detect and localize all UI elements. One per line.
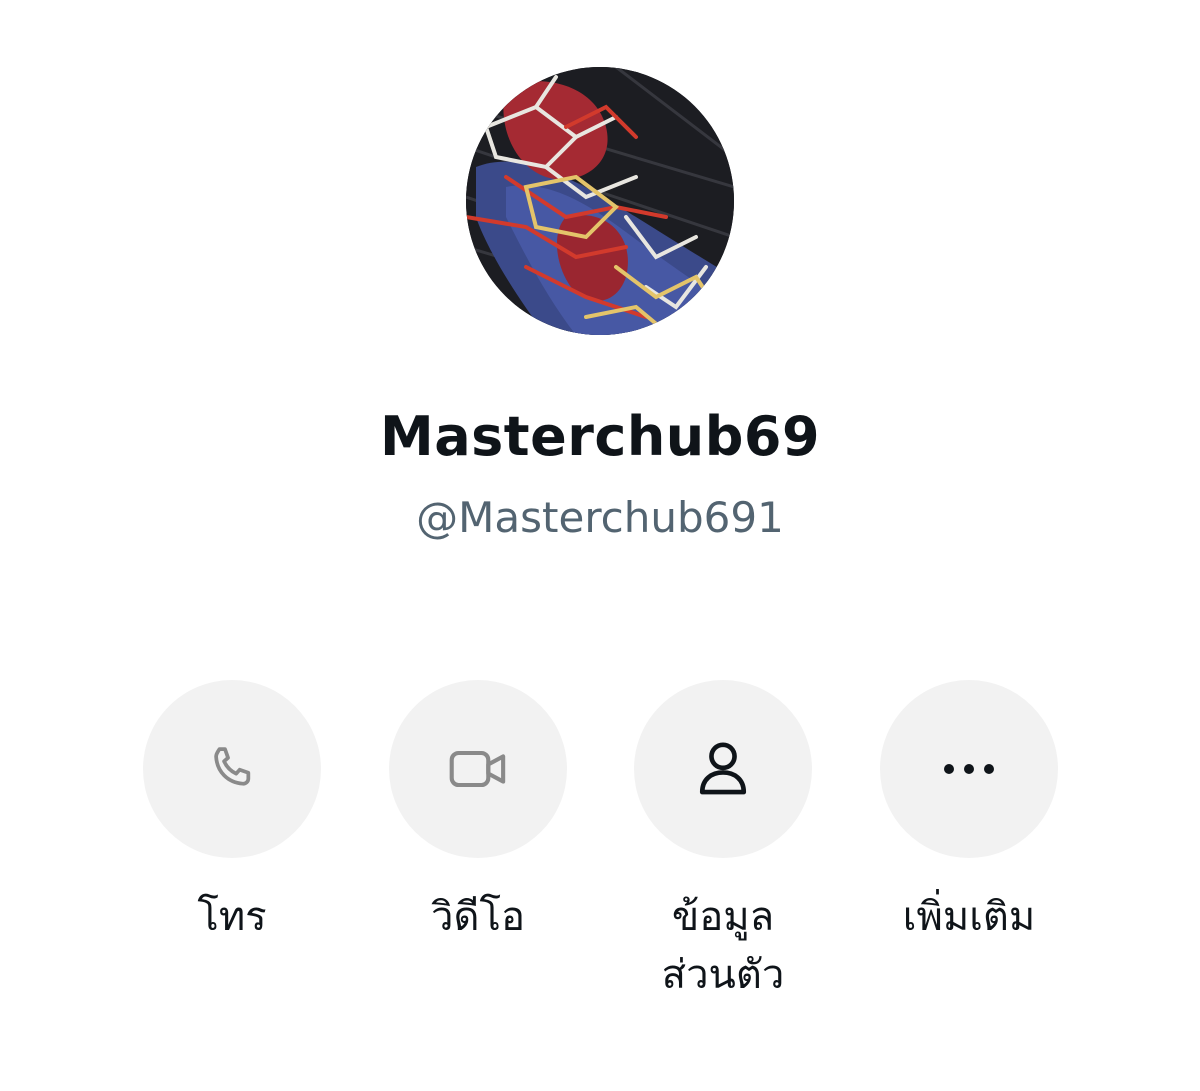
more-dots-icon [944,764,994,774]
video-label: วิดีโอ [431,894,525,940]
profile-info-button[interactable] [634,680,812,858]
avatar[interactable] [466,67,734,335]
more-action[interactable]: เพิ่มเติม [880,680,1058,946]
call-label: โทร [197,894,267,940]
profile-display-name: Masterchub69 [379,405,821,468]
video-action[interactable]: วิดีโอ [389,680,567,946]
more-button[interactable] [880,680,1058,858]
video-camera-icon [449,750,506,788]
call-action[interactable]: โทร [143,680,321,946]
person-icon [699,742,747,795]
profile-info-action[interactable]: ข้อมูล ส่วนตัว [634,680,812,1004]
phone-icon [214,747,251,786]
profile-info-label: ข้อมูล ส่วนตัว [661,894,785,998]
more-label: เพิ่มเติม [902,894,1036,940]
call-button[interactable] [143,680,321,858]
video-button[interactable] [389,680,567,858]
avatar-image [466,67,734,335]
profile-handle: @Masterchub691 [416,493,784,542]
